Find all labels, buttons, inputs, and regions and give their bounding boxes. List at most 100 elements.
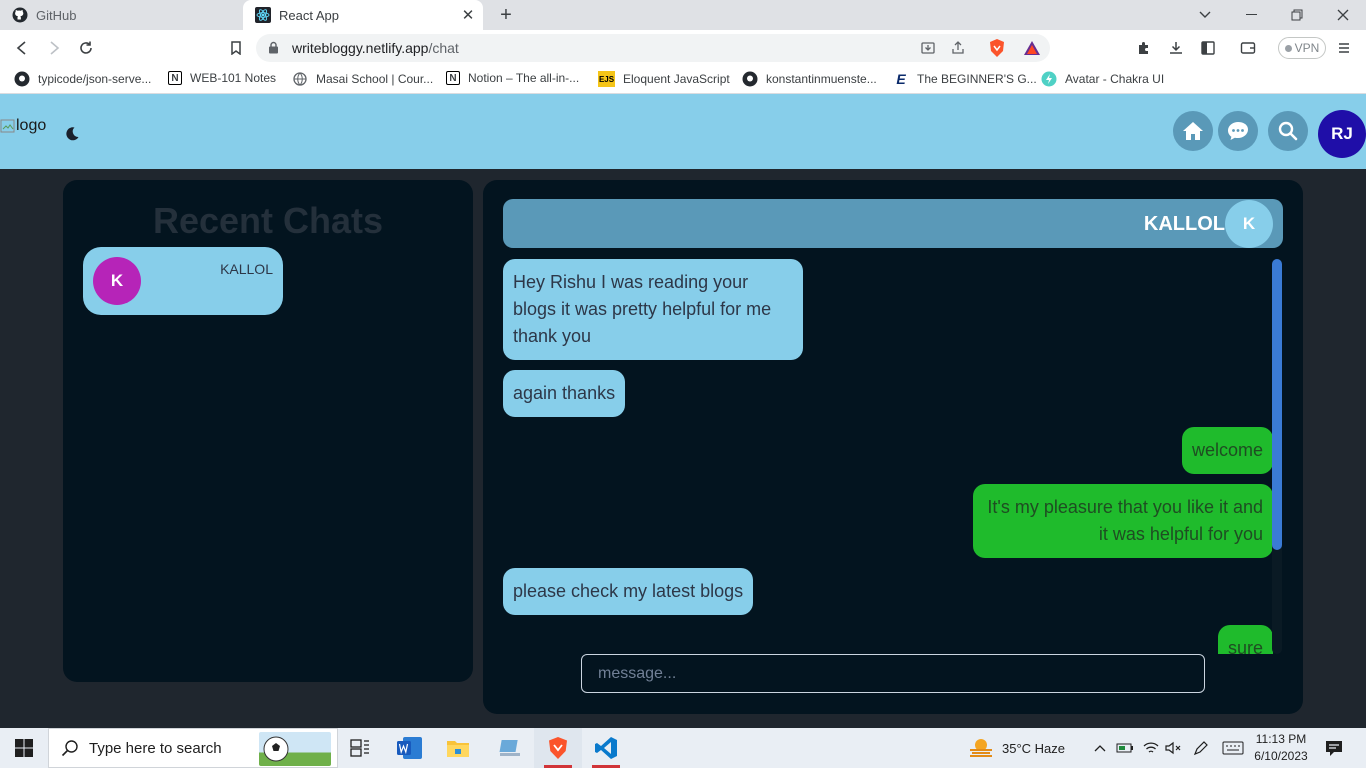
avatar: K — [93, 257, 141, 305]
close-tab-icon[interactable]: ✕ — [459, 6, 477, 24]
system-clock[interactable]: 11:13 PM 6/10/2023 — [1252, 731, 1310, 765]
bookmark-label: Avatar - Chakra UI — [1065, 72, 1165, 86]
chat-bubble-icon — [1228, 122, 1248, 140]
sidebar-icon[interactable] — [1196, 36, 1220, 60]
dark-mode-toggle[interactable] — [64, 126, 80, 147]
reload-button[interactable] — [74, 36, 98, 60]
bookmark-item[interactable]: typicode/json-serve... — [14, 71, 151, 87]
task-view-button[interactable] — [336, 728, 384, 768]
bookmark-label: WEB-101 Notes — [190, 71, 277, 85]
restore-button[interactable] — [1274, 0, 1320, 30]
chat-page: Recent Chats K KALLOL KALLOL K Hey Rishu… — [0, 169, 1366, 728]
avatar[interactable]: K — [1225, 200, 1273, 248]
weather-text: 35°C Haze — [1002, 740, 1066, 756]
battery-icon[interactable] — [1114, 728, 1136, 768]
pen-icon[interactable] — [1190, 728, 1212, 768]
taskbar-search[interactable]: Type here to search — [48, 728, 338, 768]
wallet-icon[interactable] — [1236, 36, 1260, 60]
close-window-button[interactable] — [1320, 0, 1366, 30]
brave-rewards-icon[interactable] — [1022, 38, 1042, 58]
bookmarks-bar: typicode/json-serve... N WEB-101 Notes M… — [0, 66, 1366, 94]
chakra-icon — [1041, 71, 1057, 87]
bookmark-item[interactable]: konstantinmuenste... — [742, 71, 877, 87]
menu-icon[interactable] — [1332, 36, 1356, 60]
recent-chat-item[interactable]: K KALLOL — [83, 247, 283, 315]
brave-shields-icon[interactable] — [987, 38, 1007, 58]
new-tab-button[interactable]: + — [494, 3, 518, 27]
taskbar-word[interactable] — [386, 728, 434, 768]
vpn-button[interactable]: VPN — [1278, 37, 1326, 59]
install-app-icon[interactable] — [918, 38, 938, 58]
bookmark-label: Eloquent JavaScript — [623, 72, 730, 86]
notion-icon: N — [446, 71, 460, 85]
moon-icon — [66, 127, 79, 141]
e-icon: E — [896, 71, 906, 87]
user-avatar[interactable]: RJ — [1318, 110, 1366, 158]
weather-widget[interactable]: 35°C Haze — [968, 728, 1098, 768]
soccer-ball-icon — [259, 732, 331, 766]
browser-toolbar: writebloggy.netlify.app/chat VPN — [0, 30, 1366, 66]
chat-contact-name: KALLOL — [1143, 213, 1225, 235]
taskbar-brave[interactable] — [534, 728, 582, 768]
chat-button[interactable] — [1218, 111, 1258, 151]
message-incoming: please check my latest blogs — [503, 568, 754, 615]
bookmark-item[interactable]: Masai School | Cour... — [292, 71, 433, 87]
github-icon — [742, 71, 758, 87]
word-icon — [397, 737, 422, 759]
home-button[interactable] — [1173, 111, 1213, 151]
search-icon — [61, 740, 78, 757]
message-outgoing: It's my pleasure that you like it and it… — [973, 484, 1273, 558]
bookmark-label: typicode/json-serve... — [38, 72, 152, 86]
taskbar-vscode[interactable] — [582, 728, 630, 768]
search-button[interactable] — [1268, 111, 1308, 151]
windows-icon — [15, 739, 33, 757]
bookmark-label: konstantinmuenste... — [766, 72, 877, 86]
message-incoming: again thanks — [503, 370, 626, 417]
keyboard-icon[interactable] — [1220, 728, 1246, 768]
start-button[interactable] — [0, 728, 48, 768]
tab-react-app[interactable]: React App ✕ — [243, 0, 483, 30]
react-icon — [255, 7, 271, 23]
home-icon — [1183, 122, 1203, 140]
url-host: writebloggy.netlify.app — [292, 40, 429, 56]
bookmark-item[interactable]: Avatar - Chakra UI — [1041, 71, 1164, 87]
downloads-icon[interactable] — [1164, 36, 1188, 60]
tab-github[interactable]: GitHub — [0, 0, 243, 30]
message-outgoing: sure — [1217, 625, 1273, 654]
message-list[interactable]: Hey Rishu I was reading your blogs it wa… — [503, 259, 1275, 654]
windows-taskbar: Type here to search 35°C Haze 11:13 PM 6… — [0, 728, 1366, 768]
share-icon[interactable] — [948, 38, 968, 58]
address-bar[interactable]: writebloggy.netlify.app/chat — [256, 34, 1050, 62]
message-outgoing: welcome — [1181, 427, 1273, 474]
back-button[interactable] — [10, 36, 34, 60]
minimize-button[interactable] — [1228, 0, 1274, 30]
chevron-up-icon[interactable] — [1090, 728, 1110, 768]
task-view-icon — [350, 739, 369, 757]
message-input[interactable] — [581, 654, 1205, 693]
notifications-icon[interactable] — [1316, 728, 1352, 768]
tab-search-icon[interactable] — [1182, 0, 1228, 30]
bookmark-item[interactable]: N Notion – The all-in-... — [446, 71, 579, 85]
bookmark-item[interactable]: EJS Eloquent JavaScript — [598, 71, 730, 87]
recent-chats-title: Recent Chats — [152, 200, 384, 241]
volume-muted-icon[interactable] — [1162, 728, 1184, 768]
logo[interactable]: logo — [0, 117, 46, 135]
folder-icon — [447, 741, 469, 757]
taskbar-app[interactable] — [486, 728, 534, 768]
bookmark-item[interactable]: N WEB-101 Notes — [168, 71, 276, 85]
tab-title: GitHub — [36, 7, 77, 23]
vpn-label: VPN — [1294, 41, 1320, 55]
bookmark-item[interactable]: E The BEGINNER'S G... — [893, 71, 1037, 87]
wifi-icon[interactable] — [1140, 728, 1162, 768]
bookmark-icon[interactable] — [224, 36, 248, 60]
bookmark-label: The BEGINNER'S G... — [917, 72, 1037, 86]
forward-button[interactable] — [42, 36, 66, 60]
message-incoming: Hey Rishu I was reading your blogs it wa… — [503, 259, 803, 360]
tab-title: React App — [279, 7, 339, 23]
clock-date: 6/10/2023 — [1254, 749, 1308, 763]
taskbar-file-explorer[interactable] — [434, 728, 482, 768]
scrollbar-thumb[interactable] — [1272, 259, 1282, 550]
chat-window: KALLOL K Hey Rishu I was reading your bl… — [483, 180, 1303, 714]
brave-icon — [549, 737, 567, 759]
extensions-icon[interactable] — [1132, 36, 1156, 60]
